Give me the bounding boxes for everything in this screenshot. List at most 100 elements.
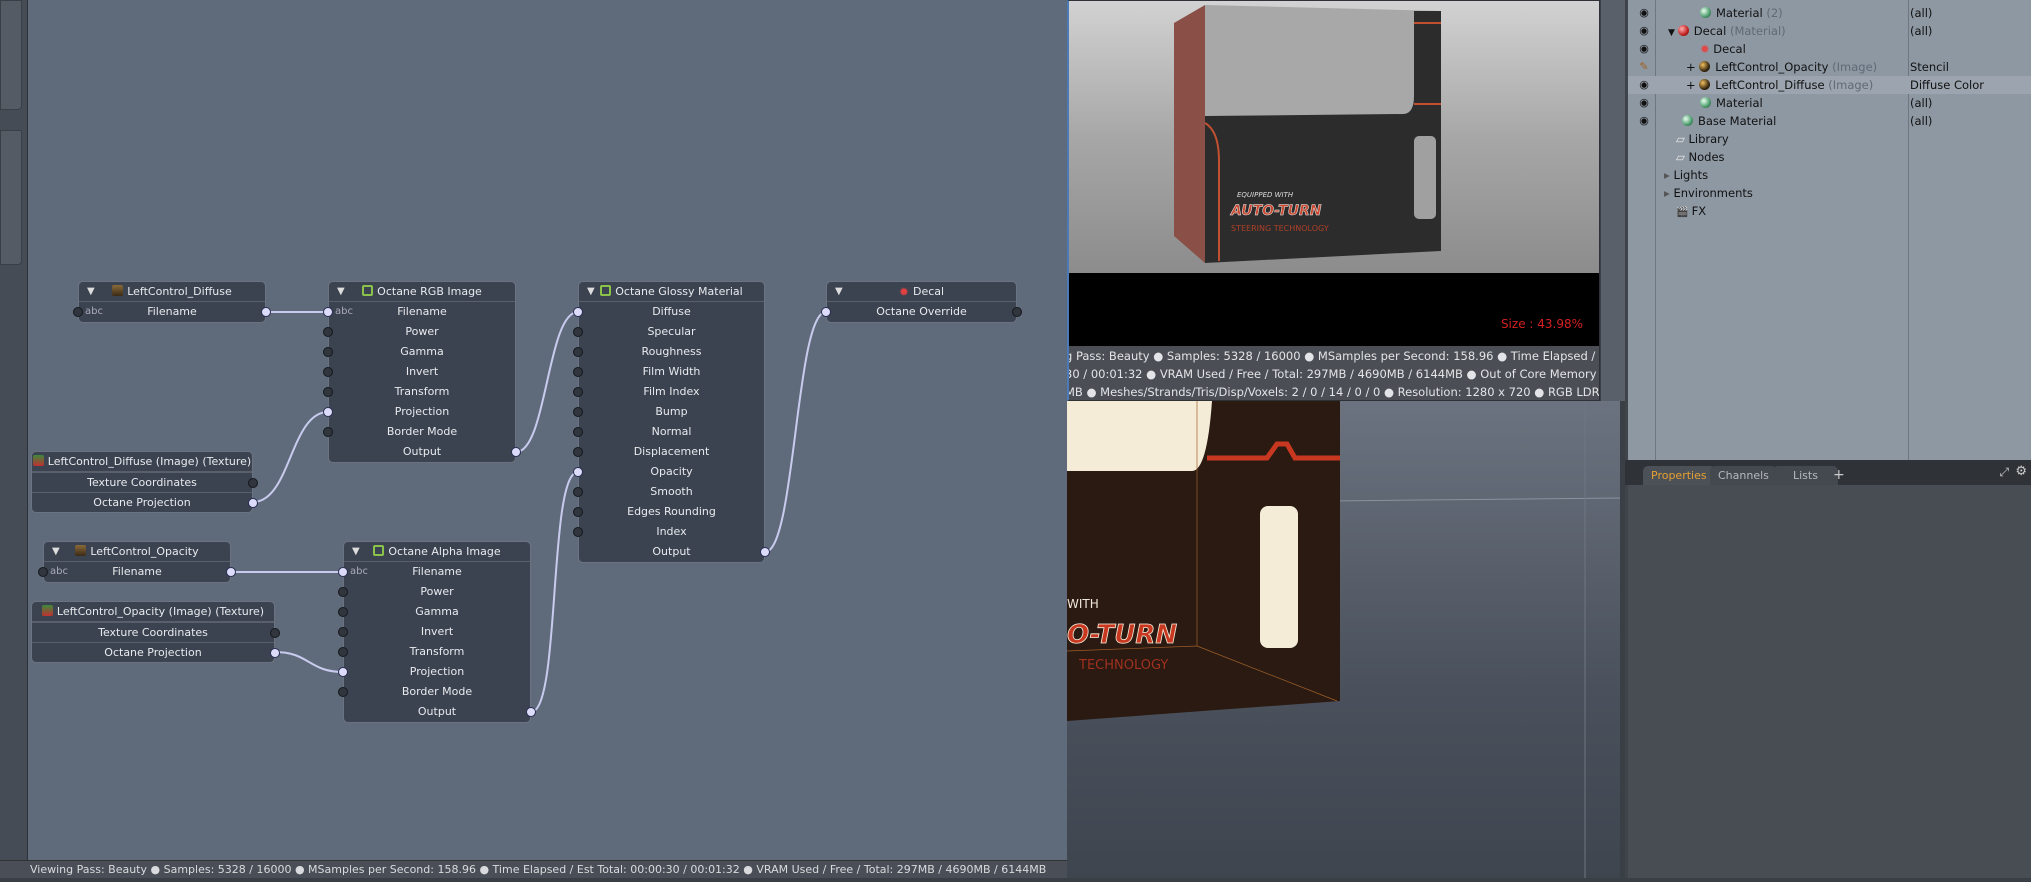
tree-item-effect: Stencil (1910, 60, 1949, 74)
input-socket[interactable] (573, 327, 583, 337)
output-socket[interactable] (526, 707, 536, 717)
node-lc-diffuse[interactable]: ▼ LeftControl_Diffuse Filename abc (73, 281, 271, 323)
input-socket[interactable] (338, 627, 348, 637)
node-header[interactable]: LeftControl_Opacity (Image) (Texture) (32, 602, 274, 622)
node-editor-canvas[interactable] (28, 0, 1067, 860)
shader-tree-item[interactable]: ✎ + LeftControl_Opacity (Image) Stencil (1628, 58, 2031, 76)
node-opacity-tex[interactable]: LeftControl_Opacity (Image) (Texture) Tex… (31, 601, 280, 663)
output-socket[interactable] (248, 498, 258, 508)
3d-viewport[interactable]: WITH O-TURN TECHNOLOGY (1067, 401, 1621, 878)
visibility-eye-icon[interactable]: ◉ (1636, 112, 1652, 130)
input-socket[interactable] (338, 667, 348, 677)
shader-tree-item[interactable]: ◉ ▼ Decal (Material) (all) (1628, 22, 2031, 40)
output-socket[interactable] (248, 478, 258, 488)
input-socket[interactable] (38, 567, 48, 577)
add-tab-button[interactable]: + (1825, 466, 1853, 485)
node-header[interactable]: ▼ Octane Alpha Image (344, 542, 530, 562)
input-socket[interactable] (338, 647, 348, 657)
input-socket[interactable] (573, 407, 583, 417)
port-label: Transform (409, 645, 465, 658)
node-lc-opacity[interactable]: ▼ LeftControl_Opacity Filename abc (38, 541, 236, 583)
shader-tree-item[interactable]: ▸ Environments (1628, 184, 2031, 202)
folder-icon: ▱ (1676, 132, 1689, 146)
collapse-triangle-icon[interactable]: ▼ (87, 282, 95, 302)
visibility-eye-icon[interactable]: ◉ (1636, 22, 1652, 40)
viewport-decal-equipped: WITH (1067, 597, 1099, 611)
tool-panel[interactable] (0, 130, 22, 265)
shader-tree-item[interactable]: ▱ Library (1628, 130, 2031, 148)
input-socket[interactable] (573, 387, 583, 397)
visibility-eye-icon[interactable]: ◉ (1636, 4, 1652, 22)
input-socket[interactable] (338, 587, 348, 597)
node-alpha-image[interactable]: ▼ Octane Alpha Image Filename abc Power Gamma… (338, 541, 536, 723)
input-socket[interactable] (323, 327, 333, 337)
input-socket[interactable] (573, 427, 583, 437)
input-socket[interactable] (573, 367, 583, 377)
input-socket[interactable] (338, 567, 348, 577)
input-socket[interactable] (573, 507, 583, 517)
node-header[interactable]: ▼ ✹ Decal (827, 282, 1016, 302)
node-glossy[interactable]: ▼ Octane Glossy Material Diffuse Specular Ro… (573, 281, 770, 563)
shader-tree-item[interactable]: ▸ Lights (1628, 166, 2031, 184)
maximize-icon[interactable]: ⤢ (1999, 465, 2009, 480)
collapse-triangle-icon[interactable]: ▼ (52, 542, 60, 562)
input-socket[interactable] (821, 307, 831, 317)
input-socket[interactable] (573, 307, 583, 317)
port-label: Invert (420, 625, 454, 638)
input-socket[interactable] (323, 427, 333, 437)
collapse-triangle-icon[interactable]: ▼ (835, 282, 843, 302)
input-socket[interactable] (573, 347, 583, 357)
collapse-triangle-icon[interactable]: ▼ (337, 282, 345, 302)
tab-channels[interactable]: Channels (1710, 466, 1777, 485)
input-socket[interactable] (323, 367, 333, 377)
port-label: Invert (405, 365, 439, 378)
output-socket[interactable] (760, 547, 770, 557)
visibility-eye-icon[interactable]: ◉ (1636, 94, 1652, 112)
input-socket[interactable] (323, 347, 333, 357)
input-socket[interactable] (573, 467, 583, 477)
input-socket[interactable] (338, 607, 348, 617)
paintbrush-icon[interactable]: ✎ (1636, 58, 1652, 76)
visibility-eye-icon[interactable]: ◉ (1636, 76, 1652, 94)
node-header[interactable]: ▼ LeftControl_Diffuse (79, 282, 265, 302)
shader-tree-item[interactable]: 🎬 FX (1628, 202, 2031, 220)
shader-tree-item[interactable]: ◉ + LeftControl_Diffuse (Image) Diffuse Co… (1628, 76, 2031, 94)
output-socket[interactable] (226, 567, 236, 577)
output-socket[interactable] (511, 447, 521, 457)
input-socket[interactable] (323, 387, 333, 397)
input-socket[interactable] (573, 527, 583, 537)
input-socket[interactable] (573, 487, 583, 497)
expand-arrow-icon[interactable]: ▼ (1668, 28, 1678, 38)
input-socket[interactable] (323, 307, 333, 317)
node-rgb-image[interactable]: ▼ Octane RGB Image Filename abc Power Gamma In… (323, 281, 521, 463)
visibility-eye-icon[interactable]: ◉ (1636, 40, 1652, 58)
input-socket[interactable] (73, 307, 83, 317)
node-header[interactable]: ▼ Octane RGB Image (329, 282, 515, 302)
shader-tree-item[interactable]: ◉ Material (2) (all) (1628, 4, 2031, 22)
input-socket[interactable] (573, 447, 583, 457)
node-diffuse-tex[interactable]: LeftControl_Diffuse (Image) (Texture) Tex… (31, 451, 258, 513)
tool-panel[interactable] (0, 0, 22, 110)
output-socket[interactable] (270, 648, 280, 658)
node-decal[interactable]: ▼ ✹ Decal Octane Override (821, 281, 1022, 323)
render-status-line: g Pass: Beauty ● Samples: 5328 / 16000 ●… (1069, 349, 1599, 363)
collapse-triangle-icon[interactable]: ▼ (587, 282, 595, 302)
input-socket[interactable] (323, 407, 333, 417)
collapse-triangle-icon[interactable]: ▼ (352, 542, 360, 562)
output-socket[interactable] (261, 307, 271, 317)
node-header[interactable]: ▼ LeftControl_Opacity (44, 542, 230, 562)
node-port-row: Filename abc (338, 562, 530, 582)
gear-icon[interactable]: ⚙ (2015, 464, 2027, 479)
output-socket[interactable] (270, 628, 280, 638)
node-header[interactable]: LeftControl_Diffuse (Image) (Texture) (32, 452, 252, 472)
tab-properties[interactable]: Properties (1643, 466, 1715, 485)
output-socket[interactable] (1012, 307, 1022, 317)
expand-plus-icon[interactable]: + (1686, 60, 1699, 74)
shader-tree-item[interactable]: ◉ ✹ Decal (1628, 40, 2031, 58)
node-header[interactable]: ▼ Octane Glossy Material (579, 282, 764, 302)
input-socket[interactable] (338, 687, 348, 697)
shader-tree-item[interactable]: ▱ Nodes (1628, 148, 2031, 166)
shader-tree-item[interactable]: ◉ Base Material (all) (1628, 112, 2031, 130)
expand-plus-icon[interactable]: + (1686, 78, 1699, 92)
shader-tree-item[interactable]: ◉ Material (all) (1628, 94, 2031, 112)
